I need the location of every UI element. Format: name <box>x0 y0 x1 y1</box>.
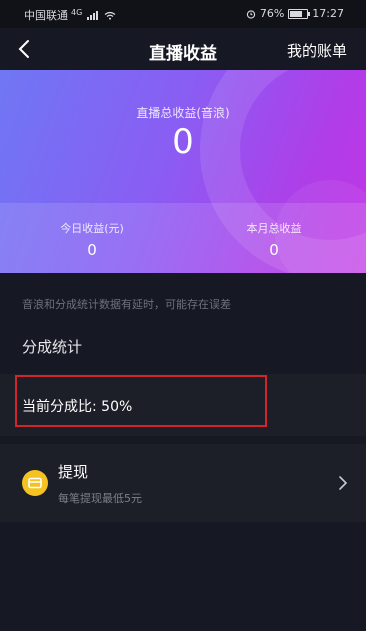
wallet-coin-icon <box>22 470 48 496</box>
status-left: 中国联通 4G <box>24 7 116 23</box>
month-earnings-label: 本月总收益 <box>246 222 302 235</box>
today-earnings-value: 0 <box>87 241 97 259</box>
month-earnings: 本月总收益 0 <box>204 220 344 259</box>
withdraw-subtitle: 每笔提现最低5元 <box>58 492 142 505</box>
withdraw-row[interactable]: 提现 每笔提现最低5元 <box>0 444 366 522</box>
withdraw-title: 提现 <box>58 463 89 481</box>
highlight-box <box>15 375 267 427</box>
signal-icon <box>87 10 99 20</box>
earnings-banner: 直播总收益(音浪) 0 今日收益(元) 0 本月总收益 0 <box>0 70 366 273</box>
month-earnings-value: 0 <box>269 241 279 259</box>
alarm-icon <box>246 9 255 19</box>
back-button[interactable] <box>14 36 38 62</box>
clock-time: 17:27 <box>312 7 344 20</box>
today-earnings: 今日收益(元) 0 <box>22 220 162 259</box>
status-bar: 中国联通 4G 76% 17:27 <box>0 0 366 28</box>
total-earnings-label: 直播总收益(音浪) <box>136 106 230 120</box>
wifi-icon <box>104 11 116 20</box>
my-bill-link[interactable]: 我的账单 <box>287 40 347 61</box>
status-right: 76% 17:27 <box>246 7 344 20</box>
battery-icon <box>288 8 311 19</box>
chevron-left-icon <box>18 40 29 58</box>
carrier-name: 中国联通 <box>24 9 68 22</box>
share-section-title: 分成统计 <box>22 338 83 356</box>
network-type: 4G <box>71 7 83 17</box>
battery-percent: 76% <box>259 7 285 20</box>
today-earnings-label: 今日收益(元) <box>60 222 124 235</box>
delay-note: 音浪和分成统计数据有延时，可能存在误差 <box>22 298 231 311</box>
nav-bar: 直播收益 我的账单 <box>0 28 366 70</box>
chevron-right-icon <box>339 476 348 490</box>
total-earnings-value: 0 <box>172 122 194 162</box>
